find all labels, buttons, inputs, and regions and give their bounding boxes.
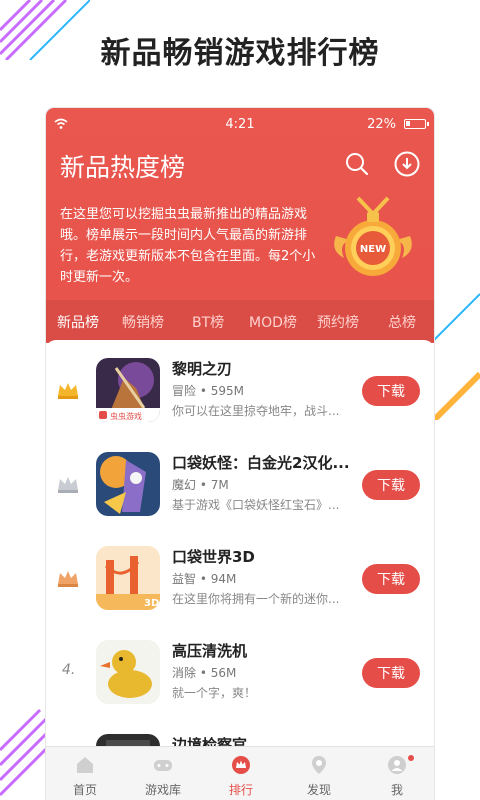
app-meta: 益智 • 94M	[172, 572, 237, 586]
nav-label: 游戏库	[144, 783, 181, 797]
nav-ranking[interactable]: 排行	[202, 747, 280, 800]
download-button[interactable]: 下载	[362, 376, 420, 406]
nav-discover[interactable]: 发现	[280, 747, 358, 800]
ranking-tabs: 新品榜 畅销榜 BT榜 MOD榜 预约榜 总榜	[46, 300, 434, 342]
download-manager-icon[interactable]	[394, 151, 420, 177]
notification-dot	[408, 755, 414, 761]
app-name[interactable]: 口袋世界3D	[172, 546, 352, 567]
app-icon-pocket-world-3d[interactable]: 3D	[96, 546, 160, 610]
icon-badge: 3D	[144, 598, 159, 609]
gold-crown-icon	[58, 383, 78, 399]
home-icon	[77, 757, 93, 773]
tab-reservation[interactable]: 预约榜	[317, 312, 359, 332]
battery-icon	[404, 119, 429, 129]
side-decoration-right	[434, 293, 480, 420]
discover-icon	[312, 756, 326, 774]
bronze-crown-icon	[58, 571, 78, 587]
tab-bt[interactable]: BT榜	[192, 312, 224, 332]
ranking-icon	[232, 756, 250, 774]
download-button[interactable]: 下载	[362, 470, 420, 500]
list-item[interactable]: 3D 口袋世界3D 益智 • 94M 在这里你将拥有一个新的迷你... 下载	[46, 534, 434, 628]
app-name[interactable]: 口袋妖怪：白金光2汉化...	[172, 452, 352, 473]
silver-crown-icon	[58, 477, 78, 493]
tab-mod[interactable]: MOD榜	[249, 312, 297, 332]
icon-badge: 虫虫游戏	[110, 411, 142, 421]
app-icon-pressure-washer[interactable]	[96, 640, 160, 704]
bottom-navigation: 首页 游戏库 排行 发现 我	[46, 746, 434, 800]
app-name[interactable]: 高压清洗机	[172, 640, 352, 661]
app-desc: 基于游戏《口袋妖怪红宝石》...	[172, 498, 340, 512]
phone-screen: 4:21 22% 新品热度榜 在这里您可以挖掘虫虫最新推出的精品游戏哦。榜单展示…	[46, 108, 434, 800]
app-meta: 魔幻 • 7M	[172, 478, 229, 492]
list-item[interactable]: 口袋妖怪：白金光2汉化... 魔幻 • 7M 基于游戏《口袋妖怪红宝石》... …	[46, 440, 434, 534]
rank-number: 4.	[62, 662, 76, 678]
medal-text: NEW	[360, 244, 386, 255]
app-desc: 在这里你将拥有一个新的迷你...	[172, 592, 340, 606]
app-name[interactable]: 黎明之刃	[172, 358, 352, 379]
app-meta: 消除 • 56M	[172, 666, 237, 680]
ranking-description: 在这里您可以挖掘虫虫最新推出的精品游戏哦。榜单展示一段时间内人气最高的新游排行，…	[60, 207, 316, 285]
promo-title: 新品畅销游戏排行榜	[100, 36, 380, 71]
list-item[interactable]: 4. 高压清洗机 消除 • 56M 就一个字，爽！ 下载	[46, 628, 434, 722]
hero-header: 4:21 22% 新品热度榜 在这里您可以挖掘虫虫最新推出的精品游戏哦。榜单展示…	[46, 108, 434, 343]
tab-new[interactable]: 新品榜	[57, 312, 99, 332]
app-icon-dawn-blade[interactable]: 虫虫游戏	[96, 358, 160, 422]
app-icon-pocket-monster[interactable]	[96, 452, 160, 516]
nav-profile[interactable]: 我	[358, 747, 434, 800]
gamepad-icon	[154, 760, 172, 771]
app-desc: 你可以在这里掠夺地牢，战斗...	[172, 404, 340, 418]
nav-label: 我	[390, 783, 403, 797]
new-medal-icon: NEW	[334, 196, 412, 276]
nav-label: 首页	[72, 783, 97, 797]
tab-overall[interactable]: 总榜	[388, 312, 416, 332]
app-list: 虫虫游戏 黎明之刃 冒险 • 595M 你可以在这里掠夺地牢，战斗... 下载	[46, 340, 434, 798]
app-desc: 就一个字，爽！	[172, 686, 257, 700]
tab-bestselling[interactable]: 畅销榜	[122, 312, 164, 332]
list-item[interactable]: 虫虫游戏 黎明之刃 冒险 • 595M 你可以在这里掠夺地牢，战斗... 下载	[46, 346, 434, 440]
nav-game-library[interactable]: 游戏库	[124, 747, 202, 800]
battery-percent: 22%	[367, 117, 396, 132]
profile-icon	[388, 756, 406, 774]
status-bar: 4:21 22%	[46, 108, 434, 142]
nav-label: 发现	[306, 783, 331, 797]
app-meta: 冒险 • 595M	[172, 384, 244, 398]
nav-home[interactable]: 首页	[46, 747, 124, 800]
page-title: 新品热度榜	[60, 153, 186, 182]
nav-label: 排行	[228, 783, 253, 797]
download-button[interactable]: 下载	[362, 564, 420, 594]
download-button[interactable]: 下载	[362, 658, 420, 688]
search-icon[interactable]	[345, 152, 369, 176]
